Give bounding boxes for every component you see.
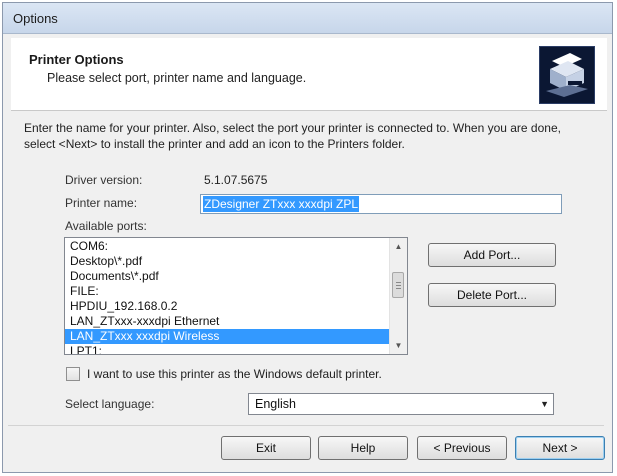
port-item[interactable]: FILE: (65, 284, 391, 299)
printer-name-label: Printer name: (65, 196, 138, 210)
previous-button[interactable]: < Previous (417, 436, 507, 460)
add-port-button[interactable]: Add Port... (428, 243, 556, 267)
default-printer-checkbox[interactable] (66, 367, 80, 381)
title-bar[interactable]: Options (3, 3, 612, 34)
header-title: Printer Options (29, 52, 124, 67)
header-subtitle: Please select port, printer name and lan… (47, 71, 307, 85)
driver-version-label: Driver version: (65, 173, 143, 187)
help-button[interactable]: Help (318, 436, 408, 460)
port-item-selected[interactable]: LAN_ZTxxx xxxdpi Wireless (65, 329, 391, 344)
exit-button[interactable]: Exit (221, 436, 311, 460)
footer-divider (8, 425, 604, 426)
language-value: English (255, 397, 296, 411)
scroll-thumb[interactable] (392, 272, 404, 298)
port-item[interactable]: LAN_ZTxxx-xxxdpi Ethernet (65, 314, 391, 329)
default-printer-label: I want to use this printer as the Window… (87, 367, 382, 381)
next-button[interactable]: Next > (515, 436, 605, 460)
printer-name-input[interactable]: ZDesigner ZTxxx xxxdpi ZPL (200, 194, 562, 214)
printer-icon (539, 46, 595, 104)
arrow-up-icon[interactable]: ▲ (390, 238, 407, 255)
arrow-down-icon[interactable]: ▼ (390, 337, 407, 354)
driver-version-value: 5.1.07.5675 (204, 173, 268, 187)
printer-name-value: ZDesigner ZTxxx xxxdpi ZPL (203, 196, 360, 212)
chevron-down-icon: ▼ (540, 399, 549, 409)
port-item[interactable]: COM6: (65, 239, 391, 254)
ports-listbox[interactable]: COM6: Desktop\*.pdf Documents\*.pdf FILE… (64, 237, 408, 355)
ports-scrollbar[interactable]: ▲ ▼ (389, 238, 407, 354)
port-item[interactable]: Documents\*.pdf (65, 269, 391, 284)
port-item[interactable]: HPDIU_192.168.0.2 (65, 299, 391, 314)
select-language-label: Select language: (65, 397, 155, 411)
window-title: Options (13, 11, 58, 26)
port-item[interactable]: LPT1: (65, 344, 391, 354)
dialog-header: Printer Options Please select port, prin… (11, 38, 607, 111)
language-select[interactable]: English ▼ (248, 393, 554, 415)
available-ports-label: Available ports: (65, 219, 147, 233)
port-item[interactable]: Desktop\*.pdf (65, 254, 391, 269)
delete-port-button[interactable]: Delete Port... (428, 283, 556, 307)
intro-text: Enter the name for your printer. Also, s… (24, 121, 561, 151)
